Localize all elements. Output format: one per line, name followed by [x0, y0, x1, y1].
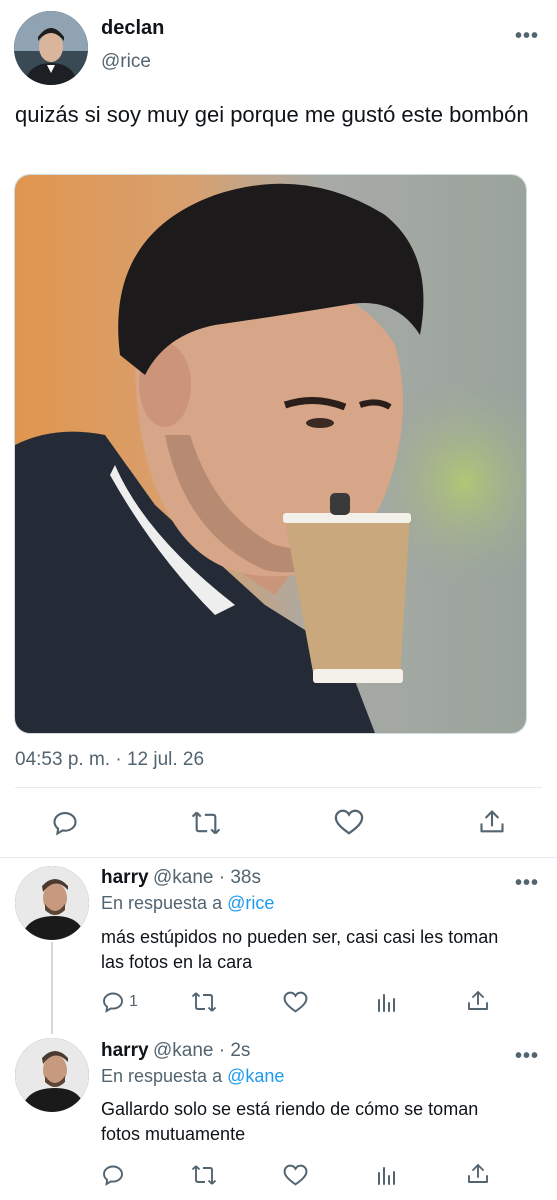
thread-line — [51, 942, 53, 1034]
reply-header: harry @kane · 2s — [101, 1040, 250, 1062]
like-icon[interactable] — [283, 1163, 308, 1187]
tweet-timestamp: 04:53 p. m. · 12 jul. 26 — [15, 749, 205, 770]
reply-to-prefix: En respuesta a — [101, 1066, 223, 1086]
reply-icon[interactable] — [51, 809, 79, 837]
retweet-icon[interactable] — [190, 809, 222, 837]
reply-icon — [103, 992, 123, 1013]
analytics-icon[interactable] — [375, 1163, 399, 1187]
reply-to-line: En respuesta a @kane — [101, 1066, 284, 1087]
reply-count: 1 — [129, 993, 138, 1010]
divider — [15, 787, 542, 788]
reply-text: más estúpidos no pueden ser, casi casi l… — [101, 927, 499, 972]
reply-author-name[interactable]: harry — [101, 1040, 149, 1061]
divider — [0, 857, 557, 858]
reply-to-prefix: En respuesta a — [101, 893, 223, 913]
reply-header: harry @kane · 38s — [101, 867, 261, 889]
reply-text: Gallardo solo se está riendo de cómo se … — [101, 1099, 479, 1144]
reply-to-mention[interactable]: @kane — [227, 1066, 284, 1086]
more-icon[interactable]: ••• — [515, 873, 539, 893]
retweet-icon[interactable] — [190, 990, 218, 1014]
more-icon[interactable]: ••• — [515, 26, 539, 46]
analytics-icon[interactable] — [375, 990, 399, 1014]
tweet-text: quizás si soy muy gei porque me gustó es… — [15, 102, 529, 127]
tweet-photo[interactable] — [14, 174, 527, 734]
photo-illustration — [15, 175, 526, 733]
reply-avatar[interactable] — [15, 866, 89, 940]
share-icon[interactable] — [478, 808, 506, 836]
share-icon[interactable] — [466, 1162, 490, 1186]
retweet-icon[interactable] — [190, 1163, 218, 1187]
reply-avatar[interactable] — [15, 1038, 89, 1112]
like-icon[interactable] — [283, 990, 308, 1014]
reply-author-name[interactable]: harry — [101, 867, 149, 888]
more-icon[interactable]: ••• — [515, 1046, 539, 1066]
reply-action[interactable]: 1 — [101, 990, 138, 1014]
author-avatar[interactable] — [14, 11, 88, 85]
author-handle[interactable]: @rice — [101, 51, 151, 73]
reply-icon[interactable] — [101, 1163, 125, 1187]
share-icon[interactable] — [466, 989, 490, 1013]
reply-to-mention[interactable]: @rice — [227, 893, 274, 913]
reply-author-handle-time[interactable]: @kane · 38s — [153, 867, 261, 888]
reply-to-line: En respuesta a @rice — [101, 893, 274, 914]
author-name[interactable]: declan — [101, 17, 164, 40]
like-icon[interactable] — [334, 808, 364, 836]
reply-author-handle-time[interactable]: @kane · 2s — [153, 1040, 250, 1061]
